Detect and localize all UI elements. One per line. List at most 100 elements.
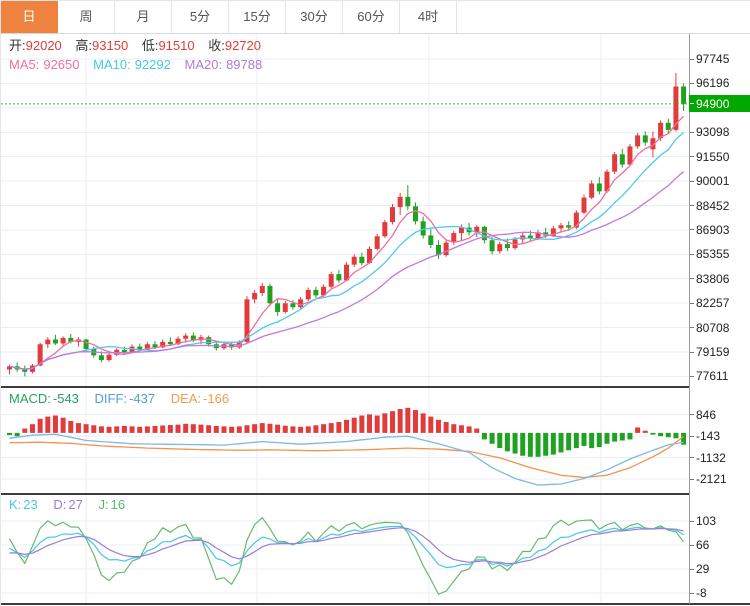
price-axis-label-text: 97745	[696, 52, 729, 66]
high-label: 高:	[75, 38, 92, 53]
dea-value: -166	[203, 391, 229, 406]
tab-timeframe-0[interactable]: 日	[1, 1, 58, 33]
kdj-axis-label-text: 103	[696, 514, 716, 528]
open-value: 92020	[26, 38, 62, 53]
axis-tick	[690, 327, 694, 328]
macd-axis-label: 846	[690, 407, 716, 422]
price-axis-label-text: 83806	[696, 272, 729, 286]
price-axis-label-text: 90001	[696, 174, 729, 188]
ohlc-info-row: 开:92020 高:93150 低:91510 收:92720	[9, 38, 271, 54]
j-label: J:	[98, 497, 108, 512]
tab-timeframe-7[interactable]: 4时	[400, 1, 457, 33]
ma20-value: 89788	[226, 57, 262, 72]
price-macd-separator	[1, 386, 689, 388]
macd-axis-label-text: -143	[696, 429, 720, 443]
kdj-axis-label-text: 66	[696, 538, 709, 552]
kdj-info-row: K:23 D:27 J:16	[9, 497, 137, 513]
price-axis-label: 93098	[690, 125, 729, 140]
price-axis-label-text: 85355	[696, 247, 729, 261]
ma20-label: MA20:	[184, 57, 222, 72]
axis-tick	[690, 593, 694, 594]
tab-timeframe-2[interactable]: 月	[115, 1, 172, 33]
dea-label: DEA:	[171, 391, 201, 406]
macd-axis-label-text: 846	[696, 408, 716, 422]
axis-tick	[690, 376, 694, 377]
price-axis-label-text: 86903	[696, 223, 729, 237]
macd-label: MACD:	[9, 391, 51, 406]
axis-tick	[690, 352, 694, 353]
price-axis-label-text: 93098	[696, 125, 729, 139]
current-price-badge: 94900	[689, 95, 750, 112]
price-axis-label: 86903	[690, 222, 729, 237]
d-value: 27	[68, 497, 82, 512]
price-axis-label-text: 79159	[696, 345, 729, 359]
ma10-label: MA10:	[93, 57, 131, 72]
macd-axis-label-text: -1132	[696, 451, 726, 465]
price-axis-label-text: 80708	[696, 321, 729, 335]
tab-timeframe-3[interactable]: 5分	[172, 1, 229, 33]
k-value: 23	[23, 497, 37, 512]
axis-tick	[690, 521, 694, 522]
macd-axis-label-text: -2121	[696, 472, 727, 486]
axis-tick	[690, 181, 694, 182]
price-axis-label-text: 88452	[696, 199, 729, 213]
price-axis-label: 83806	[690, 271, 729, 286]
candles-layer	[7, 73, 686, 376]
tab-timeframe-4[interactable]: 15分	[229, 1, 286, 33]
price-axis-label-text: 77611	[696, 369, 728, 383]
kdj-axis-label-text: 29	[696, 562, 709, 576]
trading-chart-app: 日周月5分15分30分60分4时 开:92020 高:93150 低:91510…	[0, 0, 750, 606]
ma-info-row: MA5:92650 MA10:92292 MA20:89788	[9, 57, 272, 73]
timeframe-tab-bar: 日周月5分15分30分60分4时	[1, 1, 750, 34]
diff-value: -437	[129, 391, 155, 406]
price-axis-label: 96196	[690, 76, 729, 91]
kdj-axis-label: 66	[690, 538, 709, 553]
tab-timeframe-5[interactable]: 30分	[286, 1, 343, 33]
d-label: D:	[53, 497, 66, 512]
open-label: 开:	[9, 38, 26, 53]
price-axis-label: 97745	[690, 52, 729, 67]
axis-tick	[690, 303, 694, 304]
price-axis-label: 88452	[690, 198, 729, 213]
axis-tick	[690, 479, 694, 480]
close-label: 收:	[208, 38, 225, 53]
ma5-label: MA5:	[9, 57, 39, 72]
axis-tick	[690, 132, 694, 133]
price-candlestick-chart	[1, 34, 689, 386]
high-value: 93150	[92, 38, 128, 53]
diff-label: DIFF:	[95, 391, 128, 406]
axis-tick	[690, 436, 694, 437]
bottom-border	[1, 603, 750, 605]
axis-tick	[690, 59, 694, 60]
price-axis-label: 91550	[690, 149, 729, 164]
close-value: 92720	[225, 38, 261, 53]
kdj-axis-label: -8	[690, 586, 707, 601]
price-axis-label-text: 82257	[696, 296, 729, 310]
kdj-axis-label: 29	[690, 562, 709, 577]
low-value: 91510	[158, 38, 194, 53]
tab-timeframe-1[interactable]: 周	[58, 1, 115, 33]
kdj-axis-label: 103	[690, 514, 716, 529]
price-axis-label: 80708	[690, 320, 729, 335]
macd-value: -543	[53, 391, 79, 406]
axis-tick	[690, 205, 694, 206]
ma5-value: 92650	[43, 57, 79, 72]
axis-tick	[690, 569, 694, 570]
tab-timeframe-6[interactable]: 60分	[343, 1, 400, 33]
macd-kdj-separator	[1, 493, 689, 495]
macd-axis-label: -2121	[690, 472, 727, 487]
axis-tick	[690, 414, 694, 415]
price-axis-label-text: 91550	[696, 150, 729, 164]
axis-tick	[690, 229, 694, 230]
axis-tick	[690, 278, 694, 279]
axis-tick	[690, 545, 694, 546]
price-axis-label-text: 96196	[696, 76, 729, 90]
macd-info-row: MACD:-543 DIFF:-437 DEA:-166	[9, 391, 241, 407]
low-label: 低:	[142, 38, 159, 53]
price-axis-label: 82257	[690, 296, 729, 311]
axis-tick	[690, 254, 694, 255]
j-value: 16	[111, 497, 125, 512]
kdj-axis-label-text: -8	[696, 586, 707, 600]
price-axis-label: 79159	[690, 345, 729, 360]
k-label: K:	[9, 497, 21, 512]
